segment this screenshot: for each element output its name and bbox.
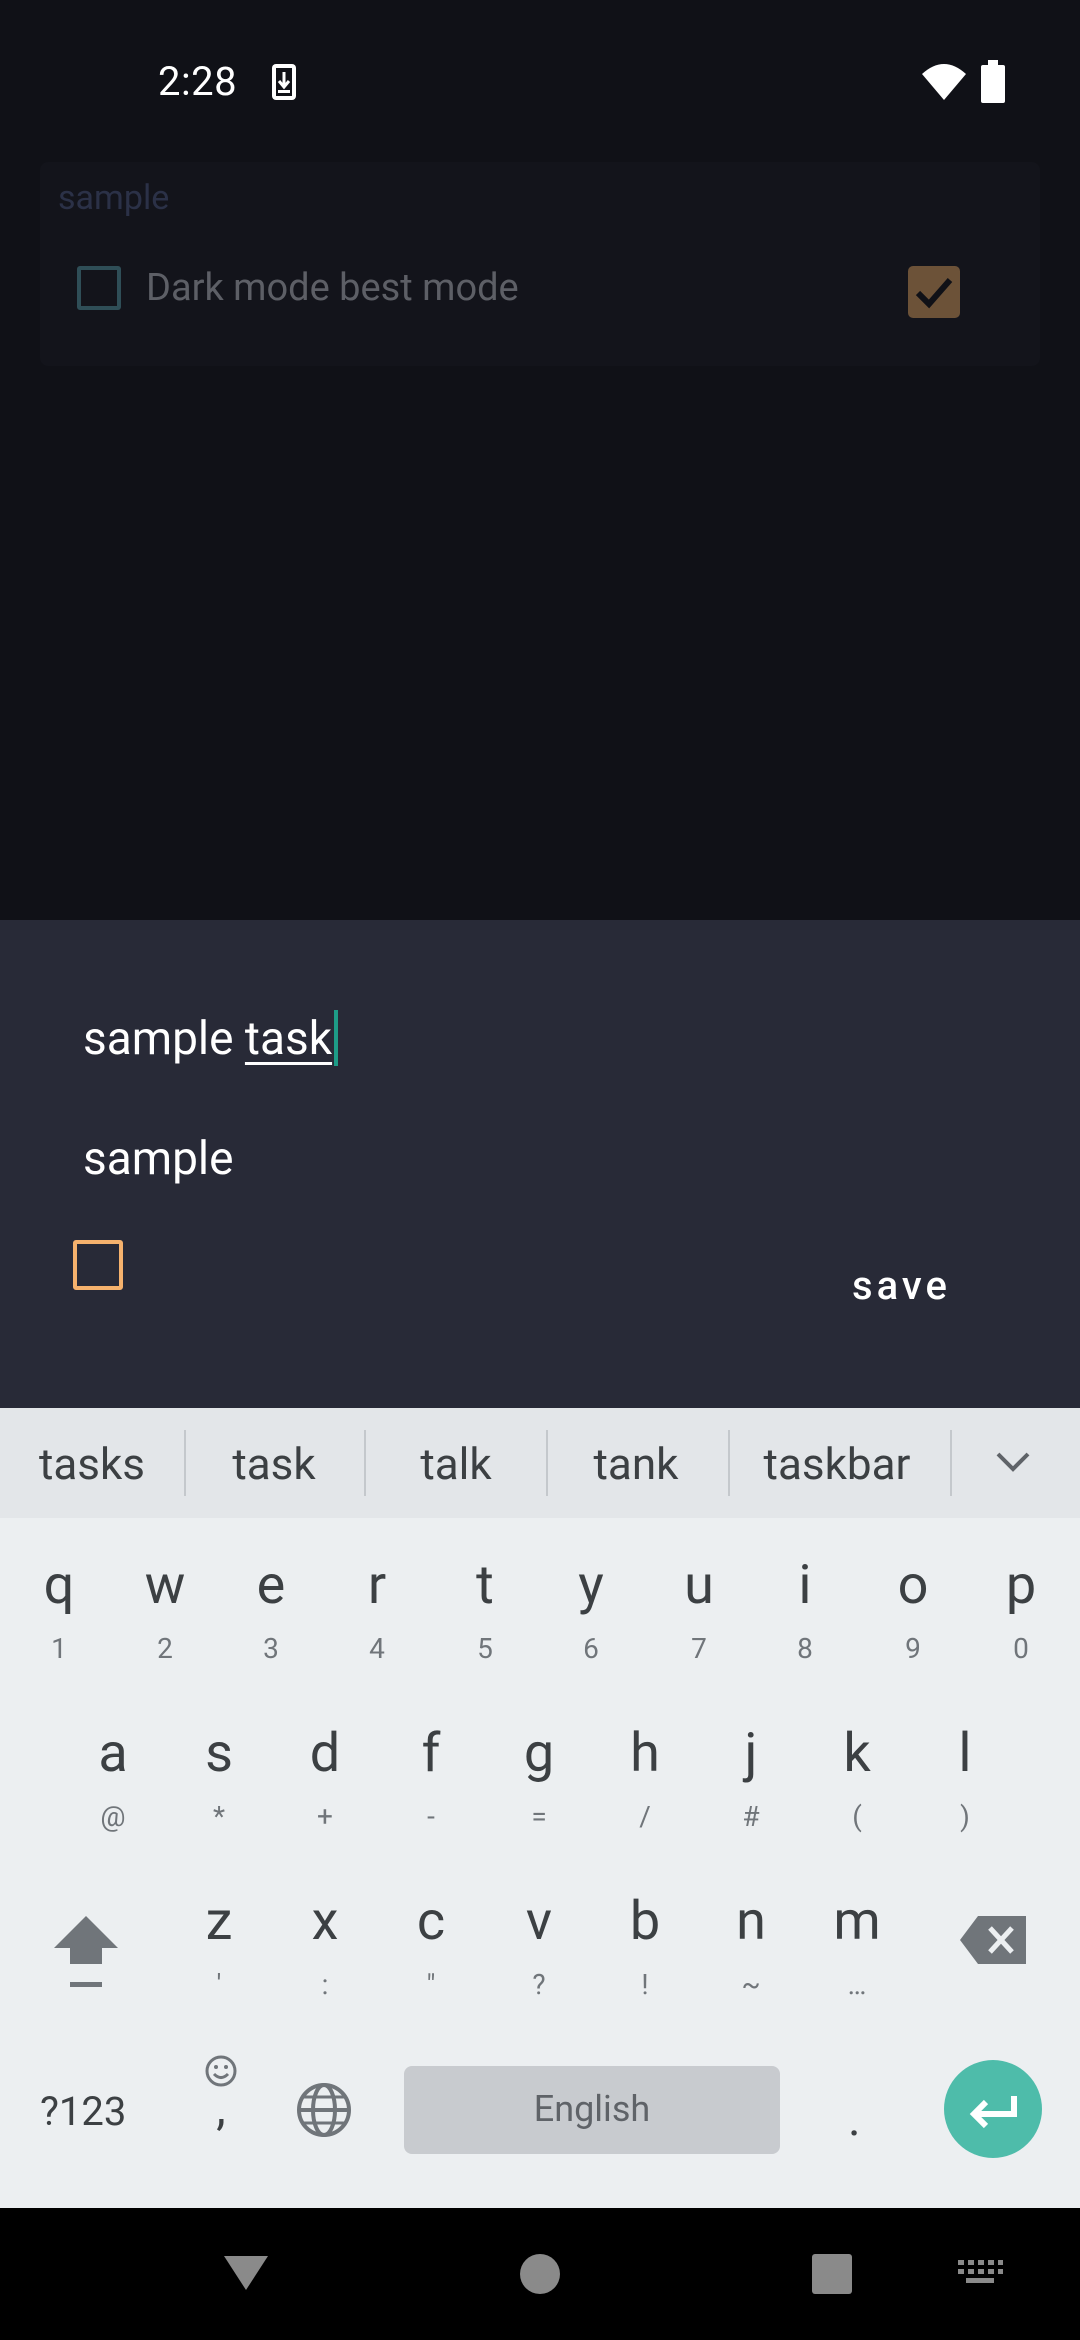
key-p[interactable]: p0 [976, 1556, 1066, 1666]
suggestion-3[interactable]: talk [380, 1438, 532, 1490]
key-o[interactable]: o9 [868, 1556, 958, 1666]
comma-label: , [216, 2079, 226, 2136]
task-checkbox[interactable] [73, 1240, 123, 1290]
period-key[interactable]: . [848, 2090, 861, 2147]
checkmark-icon [915, 278, 953, 309]
key-z[interactable]: z ' [174, 1892, 264, 2002]
key-x[interactable]: x: [280, 1892, 370, 2002]
save-button[interactable]: save [852, 1262, 951, 1309]
key-g[interactable]: g = [494, 1724, 584, 1834]
suggestion-divider [728, 1430, 730, 1496]
suggestion-5[interactable]: taskbar [742, 1438, 932, 1490]
suggestion-1[interactable]: tasks [16, 1438, 168, 1490]
space-key[interactable]: English [404, 2066, 780, 2154]
title-composing-word: task [244, 1012, 333, 1066]
text-cursor [334, 1010, 339, 1066]
list-category-title: sample [58, 178, 170, 218]
key-i[interactable]: i8 [760, 1556, 850, 1666]
key-d[interactable]: d + [280, 1724, 370, 1834]
enter-key[interactable] [944, 2060, 1042, 2158]
enter-arrow-icon [969, 2096, 1017, 2129]
key-r[interactable]: r4 [332, 1556, 422, 1666]
suggestion-4[interactable]: tank [560, 1438, 712, 1490]
suggestion-divider [364, 1430, 366, 1496]
task-title-input[interactable]: sample task [83, 1010, 339, 1066]
key-h[interactable]: h / [600, 1724, 690, 1834]
comma-key[interactable]: , [196, 2054, 246, 2136]
keyboard-switch-icon[interactable] [956, 2258, 1004, 2290]
key-u[interactable]: u7 [654, 1556, 744, 1666]
key-v[interactable]: v? [494, 1892, 584, 2002]
task-list-card [40, 162, 1040, 366]
task-done-checkbox[interactable] [908, 266, 960, 318]
key-k[interactable]: k( [812, 1724, 902, 1834]
suggestion-divider [950, 1430, 952, 1496]
title-text: sample [83, 1012, 245, 1066]
key-e[interactable]: e3 [226, 1556, 316, 1666]
key-c[interactable]: c " [386, 1892, 476, 2002]
recents-icon[interactable] [810, 2252, 854, 2296]
download-status-icon [272, 64, 296, 100]
key-n[interactable]: n ~ [706, 1892, 796, 2002]
key-l[interactable]: l) [920, 1724, 1010, 1834]
home-icon[interactable] [518, 2252, 562, 2296]
globe-icon[interactable] [296, 2082, 352, 2138]
key-j[interactable]: j # [706, 1724, 796, 1834]
task-item-label: Dark mode best mode [146, 266, 519, 310]
backspace-icon[interactable] [958, 1912, 1030, 1968]
key-w[interactable]: w2 [120, 1556, 210, 1666]
key-q[interactable]: q1 [14, 1556, 104, 1666]
wifi-icon [922, 64, 966, 100]
symbols-key[interactable]: ?123 [40, 2088, 126, 2135]
key-a[interactable]: a @ [68, 1724, 158, 1834]
status-time: 2:28 [158, 58, 238, 105]
key-f[interactable]: f- [386, 1724, 476, 1834]
task-item-checkbox[interactable] [77, 266, 121, 310]
key-s[interactable]: s * [174, 1724, 264, 1834]
battery-icon [981, 60, 1005, 103]
chevron-down-icon[interactable] [990, 1444, 1036, 1480]
suggestion-2[interactable]: task [198, 1438, 350, 1490]
key-t[interactable]: t5 [440, 1556, 530, 1666]
suggestion-divider [546, 1430, 548, 1496]
key-m[interactable]: m… [812, 1892, 902, 2002]
task-category-input[interactable]: sample [83, 1132, 234, 1186]
shift-icon[interactable] [50, 1912, 122, 1992]
key-b[interactable]: b! [600, 1892, 690, 2002]
space-key-label: English [533, 2088, 651, 2130]
key-y[interactable]: y6 [546, 1556, 636, 1666]
back-icon[interactable] [222, 2252, 270, 2292]
suggestion-divider [184, 1430, 186, 1496]
